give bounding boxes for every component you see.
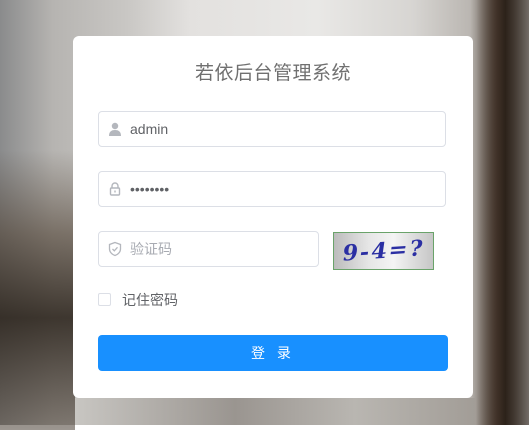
remember-label: 记住密码 bbox=[122, 292, 178, 308]
captcha-code-placeholder: 验证码 bbox=[130, 241, 172, 257]
username-field[interactable]: admin bbox=[98, 111, 446, 147]
captcha-text: 9-4=? bbox=[340, 235, 427, 267]
password-value: •••••••• bbox=[130, 181, 170, 197]
user-icon bbox=[107, 121, 123, 137]
page-title: 若依后台管理系统 bbox=[194, 63, 351, 84]
captcha-image[interactable]: 9-4=? bbox=[333, 232, 434, 270]
login-card: 若依后台管理系统 admin •••••••• 验证码 9-4=? 记住密码 登… bbox=[73, 36, 473, 398]
login-button[interactable]: 登 录 bbox=[98, 335, 448, 371]
remember-checkbox[interactable] bbox=[98, 293, 111, 306]
lock-icon bbox=[107, 181, 123, 197]
username-value: admin bbox=[130, 121, 169, 137]
captcha-code-field[interactable]: 验证码 bbox=[98, 231, 319, 267]
background-bottom bbox=[75, 398, 475, 425]
password-field[interactable]: •••••••• bbox=[98, 171, 446, 207]
shield-icon bbox=[107, 241, 123, 257]
